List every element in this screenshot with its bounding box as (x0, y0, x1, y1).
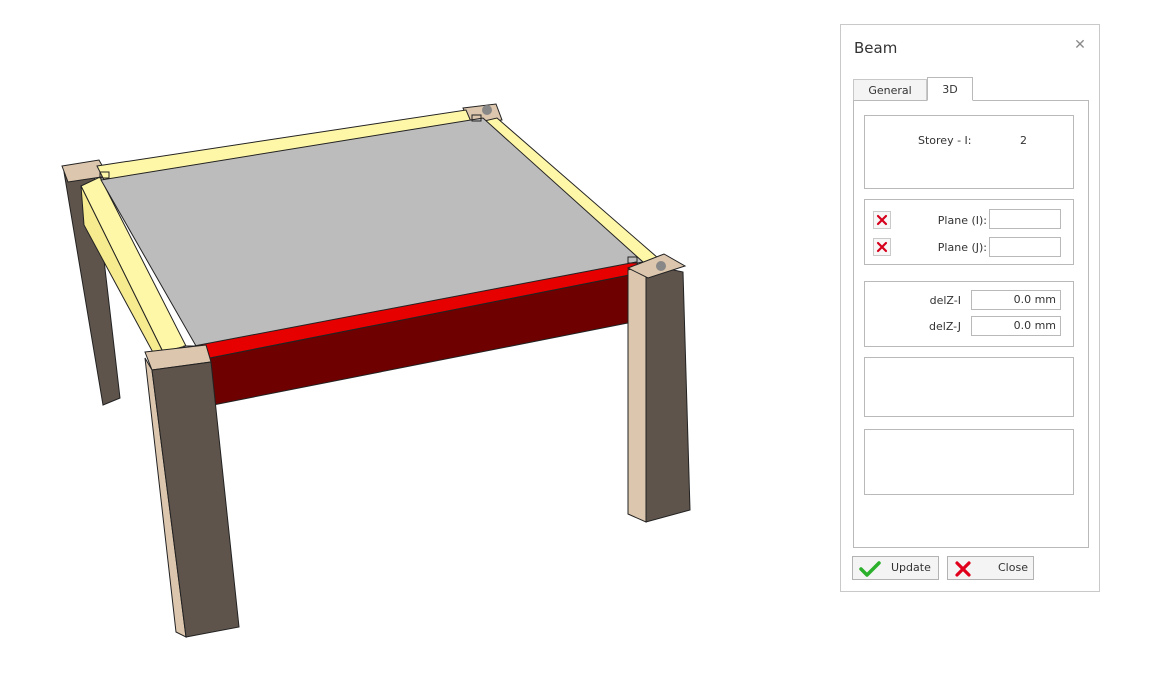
plane-j-input[interactable] (989, 237, 1061, 257)
panel-title: Beam (854, 39, 898, 57)
update-button-label: Update (891, 561, 931, 574)
tab-3d[interactable]: 3D (927, 77, 973, 101)
beam-properties-panel: Beam ✕ General 3D Storey - I: 2 Plane (I… (840, 24, 1100, 592)
empty-group-2 (864, 429, 1074, 495)
storey-value: 2 (1020, 134, 1027, 147)
plane-i-input[interactable] (989, 209, 1061, 229)
plane-group: Plane (I): Plane (J): (864, 199, 1074, 265)
update-button[interactable]: Update (852, 556, 939, 580)
close-x-icon (955, 561, 971, 577)
close-button-label: Close (998, 561, 1028, 574)
delz-group: delZ-I 0.0 mm delZ-J 0.0 mm (864, 281, 1074, 347)
check-icon (859, 561, 881, 577)
tab-content-3d: Storey - I: 2 Plane (I): Plane (J): delZ… (853, 100, 1089, 548)
plane-i-label: Plane (I): (937, 214, 987, 227)
close-icon[interactable]: ✕ (1073, 38, 1087, 52)
3d-model-drawing[interactable] (0, 0, 800, 700)
tab-general[interactable]: General (853, 79, 927, 101)
storey-label: Storey - I: (918, 134, 972, 147)
storey-group: Storey - I: 2 (864, 115, 1074, 189)
column-front-right[interactable] (626, 253, 691, 523)
delz-i-label: delZ-I (929, 294, 961, 307)
clear-plane-j-button[interactable] (873, 238, 891, 256)
plane-j-label: Plane (J): (937, 241, 987, 254)
3d-viewport[interactable] (0, 0, 800, 700)
delz-j-input[interactable]: 0.0 mm (971, 316, 1061, 336)
delete-x-icon (876, 214, 888, 226)
close-button[interactable]: Close (947, 556, 1034, 580)
delete-x-icon (876, 241, 888, 253)
delz-i-input[interactable]: 0.0 mm (971, 290, 1061, 310)
empty-group-1 (864, 357, 1074, 417)
clear-plane-i-button[interactable] (873, 211, 891, 229)
delz-j-label: delZ-J (929, 320, 961, 333)
